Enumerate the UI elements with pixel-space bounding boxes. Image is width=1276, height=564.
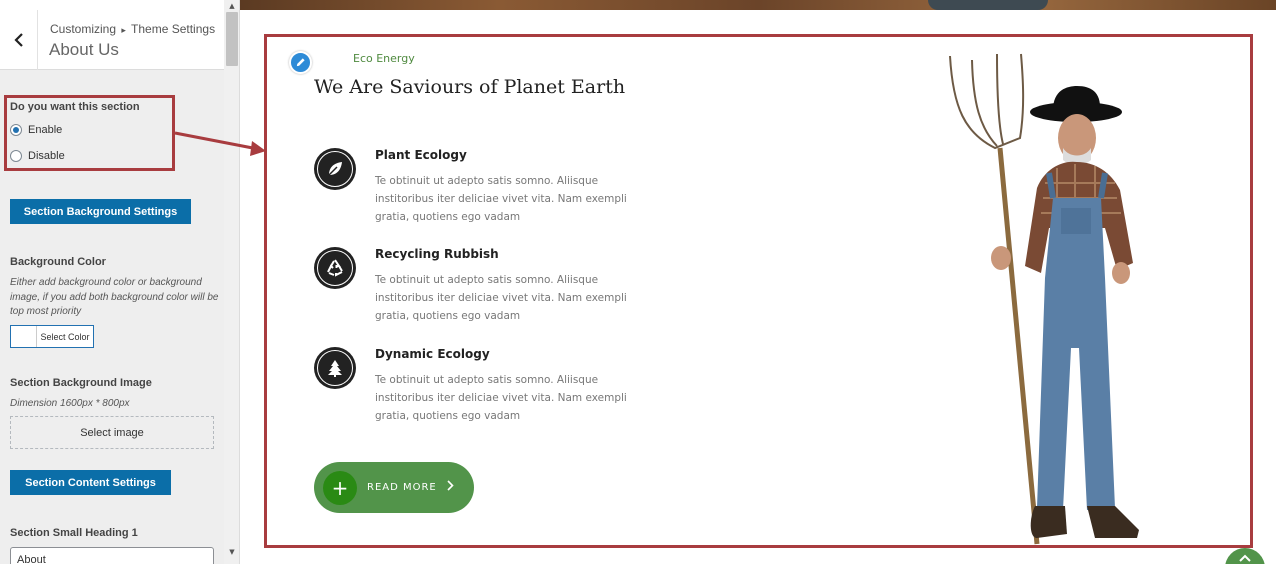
section-content-settings-button[interactable]: Section Content Settings <box>10 470 171 495</box>
color-swatch[interactable] <box>11 326 37 347</box>
sidebar-header: Customizing ▸ Theme Settings About Us <box>0 0 224 70</box>
breadcrumb: Customizing ▸ Theme Settings <box>50 22 215 36</box>
small-heading-label: Section Small Heading 1 <box>10 527 138 539</box>
select-image-button[interactable]: Select image <box>10 416 214 449</box>
feature-description: Te obtinuit ut adepto satis somno. Aliis… <box>375 274 627 322</box>
feature-description: Te obtinuit ut adepto satis somno. Aliis… <box>375 374 627 422</box>
read-more-button[interactable]: + READ MORE <box>314 462 474 513</box>
enable-radio[interactable] <box>10 124 22 136</box>
recycle-icon <box>327 259 343 277</box>
back-button[interactable] <box>0 10 38 70</box>
section-small-heading: Eco Energy <box>353 52 415 65</box>
tree-icon <box>328 360 342 377</box>
customizer-window: Customizing ▸ Theme Settings About Us ▲ … <box>0 0 1276 564</box>
site-preview: Eco Energy We Are Saviours of Planet Ear… <box>240 0 1276 564</box>
feature-item: Plant Ecology Te obtinuit ut adepto sati… <box>314 148 674 228</box>
feature-title: Recycling Rubbish <box>375 247 499 261</box>
disable-radio-label: Disable <box>28 150 65 162</box>
background-color-label: Background Color <box>10 256 106 268</box>
plus-icon: + <box>323 470 357 505</box>
chevron-left-icon <box>13 33 23 47</box>
feature-icon-badge <box>314 247 356 289</box>
feature-icon-badge <box>314 347 356 389</box>
chevron-right-icon <box>447 480 454 495</box>
farmer-with-pitchfork-image <box>949 53 1139 545</box>
section-heading: We Are Saviours of Planet Earth <box>314 76 626 98</box>
feature-icon-badge <box>314 148 356 190</box>
breadcrumb-theme-settings: Theme Settings <box>131 22 216 36</box>
feature-title: Plant Ecology <box>375 148 467 162</box>
read-more-label: READ MORE <box>367 482 437 493</box>
enable-radio-label: Enable <box>28 124 63 136</box>
scroll-up-arrow-icon[interactable]: ▲ <box>224 0 239 12</box>
select-color-label: Select Color <box>40 331 90 342</box>
feature-item: Dynamic Ecology Te obtinuit ut adepto sa… <box>314 347 674 427</box>
disable-radio[interactable] <box>10 150 22 162</box>
select-color-button[interactable]: Select Color <box>10 325 94 348</box>
enable-radio-option[interactable]: Enable <box>10 124 62 136</box>
feature-description: Te obtinuit ut adepto satis somno. Aliis… <box>375 175 627 223</box>
leaf-icon <box>328 162 342 176</box>
feature-title: Dynamic Ecology <box>375 347 490 361</box>
section-background-settings-button[interactable]: Section Background Settings <box>10 199 191 224</box>
enable-section-label: Do you want this section <box>10 101 140 113</box>
customizer-sidebar: Customizing ▸ Theme Settings About Us ▲ … <box>0 0 240 564</box>
chevron-up-icon <box>1239 554 1251 562</box>
background-image-label: Section Background Image <box>10 377 152 389</box>
header-image-strip <box>240 0 1276 10</box>
disable-radio-option[interactable]: Disable <box>10 150 65 162</box>
scroll-to-top-button[interactable] <box>1225 548 1265 564</box>
background-image-dimension: Dimension 1600px * 800px <box>10 398 130 409</box>
feature-item: Recycling Rubbish Te obtinuit ut adepto … <box>314 247 674 327</box>
small-heading-input[interactable]: About <box>10 547 214 564</box>
section-title: About Us <box>49 40 119 59</box>
breadcrumb-customizing: Customizing <box>50 22 117 36</box>
background-color-description: Either add background color or backgroun… <box>10 277 219 317</box>
sidebar-scrollbar[interactable]: ▲ ▼ <box>224 0 239 564</box>
pencil-icon[interactable] <box>289 51 312 74</box>
scroll-thumb[interactable] <box>226 12 238 66</box>
scroll-down-arrow-icon[interactable]: ▼ <box>224 546 239 558</box>
breadcrumb-separator: ▸ <box>121 25 126 35</box>
